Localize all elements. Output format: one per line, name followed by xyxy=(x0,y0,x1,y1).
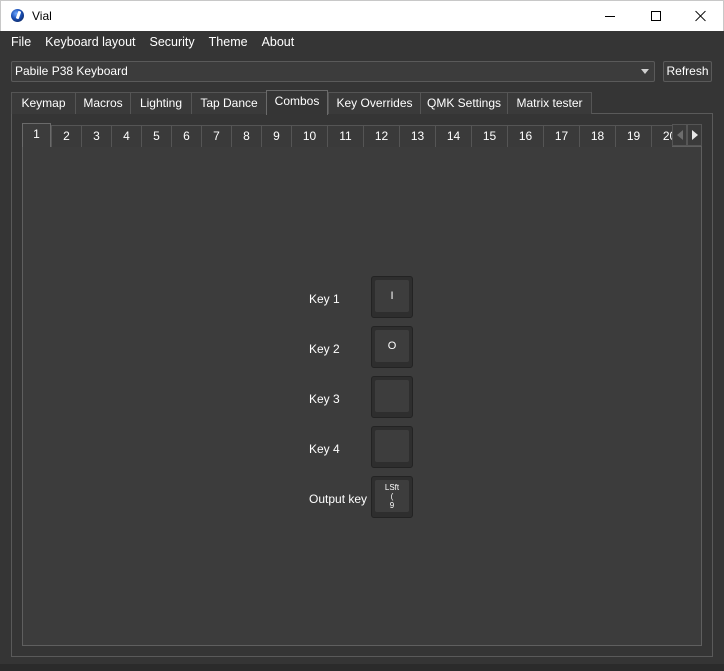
output-key-line-3: 9 xyxy=(389,500,395,510)
combo-tab-17[interactable]: 17 xyxy=(543,125,580,147)
tab-combos[interactable]: Combos xyxy=(266,90,328,115)
combo-tab-9[interactable]: 9 xyxy=(261,125,292,147)
combo-output-key-label: Output key xyxy=(309,492,368,506)
combo-tab-16[interactable]: 16 xyxy=(507,125,544,147)
combo-key-3-button[interactable] xyxy=(371,376,413,418)
tab-tap-dance[interactable]: Tap Dance xyxy=(191,92,267,114)
scroll-right-button[interactable] xyxy=(687,124,702,146)
output-key-line-2: ( xyxy=(390,491,394,501)
tab-keymap[interactable]: Keymap xyxy=(11,92,76,114)
combo-tab-20[interactable]: 20 xyxy=(651,125,672,147)
combo-tab-bar: 1 2 3 4 5 6 7 8 9 10 11 12 13 14 15 16 1… xyxy=(22,123,672,147)
close-icon xyxy=(695,10,707,22)
combo-tab-3[interactable]: 3 xyxy=(81,125,112,147)
status-strip xyxy=(0,664,724,671)
combo-key-1-button[interactable]: I xyxy=(371,276,413,318)
window-title-bar[interactable]: Vial xyxy=(0,0,724,31)
tab-qmk-settings[interactable]: QMK Settings xyxy=(420,92,508,114)
combo-tab-19[interactable]: 19 xyxy=(615,125,652,147)
combo-tab-15[interactable]: 15 xyxy=(471,125,508,147)
combo-tab-5[interactable]: 5 xyxy=(141,125,172,147)
combo-tab-8[interactable]: 8 xyxy=(231,125,262,147)
combo-tab-10[interactable]: 10 xyxy=(291,125,328,147)
window-title: Vial xyxy=(32,9,52,23)
combo-key-4-label: Key 4 xyxy=(309,442,340,456)
combo-tab-13[interactable]: 13 xyxy=(399,125,436,147)
combo-key-3-label: Key 3 xyxy=(309,392,340,406)
combo-tab-7[interactable]: 7 xyxy=(201,125,232,147)
combo-key-2-button[interactable]: O xyxy=(371,326,413,368)
combo-tab-12[interactable]: 12 xyxy=(363,125,400,147)
minimize-icon xyxy=(605,15,615,17)
menu-bar: File Keyboard layout Security Theme Abou… xyxy=(0,31,724,53)
combo-key-2-legend: O xyxy=(375,330,409,362)
combo-output-key-button[interactable]: LSft ( 9 xyxy=(371,476,413,518)
combo-output-key-legend: LSft ( 9 xyxy=(375,480,409,512)
tab-macros[interactable]: Macros xyxy=(75,92,131,114)
tab-lighting[interactable]: Lighting xyxy=(130,92,192,114)
combo-key-2-label: Key 2 xyxy=(309,342,340,356)
combo-key-4-button[interactable] xyxy=(371,426,413,468)
maximize-icon xyxy=(651,11,661,21)
keyboard-select[interactable]: Pabile P38 Keyboard xyxy=(11,61,655,82)
output-key-line-1: LSft xyxy=(384,482,400,492)
combo-tab-1[interactable]: 1 xyxy=(22,123,51,147)
combo-tab-scroller xyxy=(672,124,702,146)
maximize-button[interactable] xyxy=(633,1,679,31)
keyboard-select-value: Pabile P38 Keyboard xyxy=(15,64,128,78)
combo-key-1-label: Key 1 xyxy=(309,292,340,306)
menu-security[interactable]: Security xyxy=(143,32,202,52)
combo-tab-18[interactable]: 18 xyxy=(579,125,616,147)
combo-tab-2[interactable]: 2 xyxy=(51,125,82,147)
menu-about[interactable]: About xyxy=(255,32,302,52)
combo-tab-6[interactable]: 6 xyxy=(171,125,202,147)
combo-key-1-legend: I xyxy=(375,280,409,312)
tab-matrix-tester[interactable]: Matrix tester xyxy=(507,92,592,114)
chevron-down-icon xyxy=(641,69,649,74)
scroll-left-button[interactable] xyxy=(672,124,687,146)
menu-theme[interactable]: Theme xyxy=(202,32,255,52)
combo-tab-14[interactable]: 14 xyxy=(435,125,472,147)
combo-key-3-legend xyxy=(375,380,409,412)
combo-tab-4[interactable]: 4 xyxy=(111,125,142,147)
tab-key-overrides[interactable]: Key Overrides xyxy=(328,92,421,114)
refresh-button[interactable]: Refresh xyxy=(663,61,712,82)
vial-app-icon xyxy=(11,9,24,22)
combo-editor-panel xyxy=(22,146,702,646)
menu-file[interactable]: File xyxy=(4,32,38,52)
minimize-button[interactable] xyxy=(587,1,633,31)
close-button[interactable] xyxy=(678,1,724,31)
menu-keyboard-layout[interactable]: Keyboard layout xyxy=(38,32,142,52)
arrow-right-icon xyxy=(691,130,698,140)
combo-key-4-legend xyxy=(375,430,409,462)
arrow-left-icon xyxy=(676,130,683,140)
combo-tab-11[interactable]: 11 xyxy=(327,125,364,147)
